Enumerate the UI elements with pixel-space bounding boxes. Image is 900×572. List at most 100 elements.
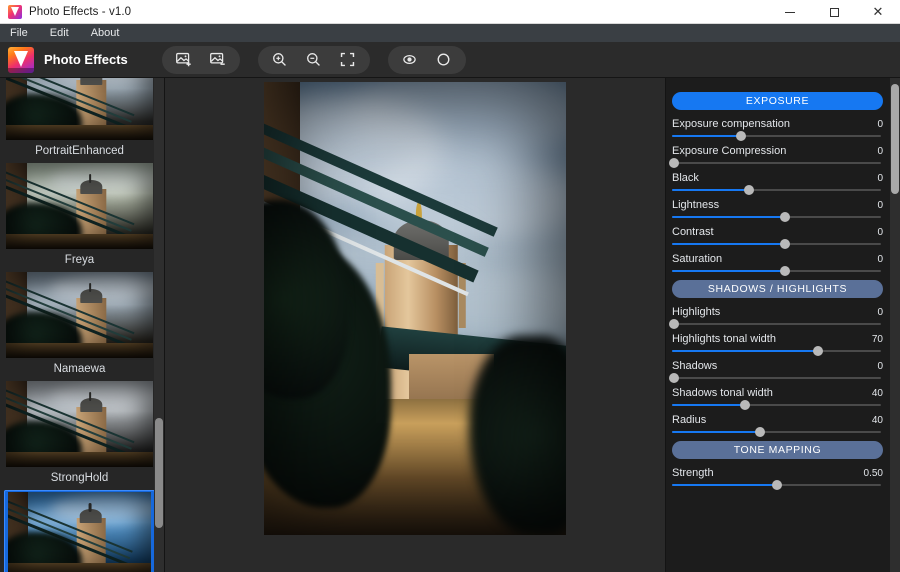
slider-value: 0	[877, 173, 883, 184]
menu-item-edit[interactable]: Edit	[50, 27, 69, 39]
slider-track[interactable]	[672, 212, 881, 222]
slider-thumb[interactable]	[754, 427, 765, 437]
app-toolbar: Photo Effects	[0, 42, 900, 78]
close-button[interactable]: ✕	[856, 0, 900, 24]
slider-exposure-compression[interactable]: Exposure Compression 0	[669, 145, 883, 168]
slider-value: 0	[877, 146, 883, 157]
add-image-icon[interactable]	[168, 48, 200, 72]
slider-lightness[interactable]: Lightness 0	[672, 199, 883, 222]
slider-black[interactable]: Black 0	[672, 172, 883, 195]
preset-thumbnail	[6, 78, 153, 140]
maximize-button[interactable]	[812, 0, 856, 24]
reset-circle-icon[interactable]	[428, 48, 460, 72]
section-header-shadows-highlights[interactable]: SHADOWS / HIGHLIGHTS	[672, 280, 883, 298]
window-titlebar: Photo Effects - v1.0 ✕	[0, 0, 900, 24]
slider-thumb[interactable]	[669, 319, 680, 329]
preset-thumbnail	[6, 272, 153, 358]
app-brand: Photo Effects	[8, 46, 128, 73]
slider-track[interactable]	[672, 131, 881, 141]
slider-label: Exposure compensation	[672, 118, 791, 130]
slider-label: Contrast	[672, 226, 714, 238]
remove-image-icon[interactable]	[202, 48, 234, 72]
slider-contrast[interactable]: Contrast 0	[672, 226, 883, 249]
slider-fill	[672, 431, 760, 433]
preset-thumbnail	[6, 381, 153, 467]
slider-thumb[interactable]	[669, 158, 680, 168]
slider-fill	[672, 189, 750, 191]
panel-scrollbar[interactable]	[890, 78, 900, 572]
slider-fill	[672, 270, 785, 272]
slider-thumb[interactable]	[779, 266, 790, 276]
fit-screen-icon[interactable]	[332, 48, 364, 72]
slider-label: Highlights	[672, 306, 721, 318]
slider-shadows-tonal-width[interactable]: Shadows tonal width 40	[672, 387, 883, 410]
photo-preview[interactable]	[264, 82, 566, 535]
slider-track[interactable]	[669, 319, 881, 329]
slider-label: Shadows	[672, 360, 718, 372]
preset-list: PortraitEnhanced Freya Namaewa StrongHold Vi…	[0, 78, 159, 572]
slider-label: Strength	[672, 467, 714, 479]
toolbar-group-view	[387, 45, 466, 74]
slider-track[interactable]	[672, 266, 881, 276]
app-logo-icon	[8, 46, 34, 73]
minimize-button[interactable]	[768, 0, 812, 24]
slider-fill	[672, 404, 746, 406]
slider-fill	[672, 135, 741, 137]
app-logo-icon	[8, 4, 22, 19]
slider-label: Black	[672, 172, 699, 184]
slider-label: Highlights tonal width	[672, 333, 776, 345]
slider-thumb[interactable]	[740, 400, 751, 410]
slider-thumb[interactable]	[779, 212, 790, 222]
preset-thumbnail	[6, 163, 153, 249]
slider-thumb[interactable]	[813, 346, 824, 356]
slider-strength[interactable]: Strength 0.50	[672, 467, 883, 490]
section-header-exposure[interactable]: EXPOSURE	[672, 92, 883, 110]
slider-exposure-compensation[interactable]: Exposure compensation 0	[672, 118, 883, 141]
slider-track[interactable]	[669, 158, 881, 168]
slider-track[interactable]	[672, 239, 881, 249]
slider-track[interactable]	[672, 400, 881, 410]
slider-track[interactable]	[672, 185, 881, 195]
slider-value: 40	[871, 388, 883, 399]
preset-item-freya[interactable]: Freya	[0, 163, 159, 272]
preset-label: Namaewa	[53, 363, 106, 375]
slider-saturation[interactable]: Saturation 0	[672, 253, 883, 276]
menu-item-file[interactable]: File	[10, 27, 28, 39]
preset-item-stronghold[interactable]: StrongHold	[0, 381, 159, 490]
sidebar-scrollbar-thumb[interactable]	[155, 418, 163, 528]
slider-thumb[interactable]	[669, 373, 680, 383]
slider-fill	[672, 484, 777, 486]
toolbar-group-zoom	[257, 45, 370, 74]
section-header-tone-mapping[interactable]: TONE MAPPING	[672, 441, 883, 459]
slider-label: Radius	[672, 414, 707, 426]
slider-label: Shadows tonal width	[672, 387, 773, 399]
slider-fill	[672, 350, 819, 352]
preset-sidebar: PortraitEnhanced Freya Namaewa StrongHold Vi…	[0, 78, 165, 572]
slider-track[interactable]	[669, 373, 881, 383]
preset-item-namaewa[interactable]: Namaewa	[0, 272, 159, 381]
slider-thumb[interactable]	[771, 480, 782, 490]
preset-label: StrongHold	[50, 472, 109, 484]
slider-thumb[interactable]	[744, 185, 755, 195]
zoom-in-icon[interactable]	[264, 48, 296, 72]
slider-track[interactable]	[672, 346, 881, 356]
preset-item-portraitenhanced[interactable]: PortraitEnhanced	[0, 78, 159, 163]
zoom-out-icon[interactable]	[298, 48, 330, 72]
slider-highlights[interactable]: Highlights 0	[669, 306, 883, 329]
slider-value: 0	[877, 254, 883, 265]
slider-value: 0	[877, 361, 883, 372]
slider-radius[interactable]: Radius 40	[672, 414, 883, 437]
slider-track[interactable]	[672, 480, 881, 490]
slider-thumb[interactable]	[779, 239, 790, 249]
panel-scrollbar-thumb[interactable]	[891, 84, 899, 194]
slider-value: 0	[877, 119, 883, 130]
slider-track[interactable]	[672, 427, 881, 437]
sidebar-scrollbar[interactable]	[154, 78, 164, 572]
slider-shadows[interactable]: Shadows 0	[669, 360, 883, 383]
preview-eye-icon[interactable]	[394, 48, 426, 72]
preset-item-vignetfairye[interactable]: VignetFairye	[4, 490, 155, 572]
slider-thumb[interactable]	[735, 131, 746, 141]
slider-fill	[672, 243, 785, 245]
slider-highlights-tonal-width[interactable]: Highlights tonal width 70	[672, 333, 883, 356]
menu-item-about[interactable]: About	[91, 27, 120, 39]
